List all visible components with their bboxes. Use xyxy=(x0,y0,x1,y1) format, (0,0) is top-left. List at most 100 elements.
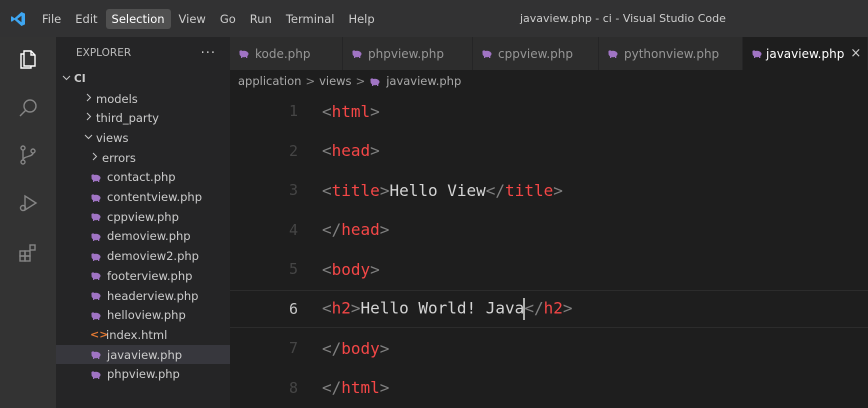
tag-bracket: > xyxy=(379,338,390,358)
menu-view[interactable]: View xyxy=(173,9,212,29)
tag-bracket: > xyxy=(379,220,390,239)
tree-item-label: headerview.php xyxy=(107,288,199,303)
code-line[interactable]: 2 <head> xyxy=(230,132,868,170)
tree-item-contentview-php[interactable]: contentview.php xyxy=(56,188,230,207)
menu-go[interactable]: Go xyxy=(214,9,242,29)
code-text: <h2>Hello World! Java</h2> xyxy=(322,297,572,320)
text-content: Hello World! Java xyxy=(360,298,525,317)
window-title: javaview.php - ci - Visual Studio Code xyxy=(520,12,726,25)
code-line[interactable]: 7 </body> xyxy=(230,329,868,367)
tree-item-label: helloview.php xyxy=(107,308,186,323)
tree-item-label: javaview.php xyxy=(107,347,183,362)
html-tag-name: head xyxy=(341,220,380,239)
php-file-icon xyxy=(607,49,621,59)
explorer-title: EXPLORER xyxy=(76,47,132,59)
menu-help[interactable]: Help xyxy=(342,9,380,29)
tag-bracket: < xyxy=(322,259,332,279)
title-bar: File Edit Selection View Go Run Terminal Help j… xyxy=(0,0,868,37)
code-line[interactable]: 1 <html> xyxy=(230,92,868,130)
code-text: <body> xyxy=(322,260,380,279)
tree-item-models[interactable]: models xyxy=(56,89,230,108)
code-text: </html> xyxy=(322,378,389,397)
menu-selection[interactable]: Selection xyxy=(105,8,171,29)
tree-item-label: models xyxy=(96,91,138,106)
php-file-icon xyxy=(90,271,104,281)
tree-item-third-party[interactable]: third_party xyxy=(56,109,230,128)
search-icon[interactable] xyxy=(12,92,44,124)
tree-item-footerview-php[interactable]: footerview.php xyxy=(56,266,230,285)
close-tab-icon[interactable]: × xyxy=(850,46,861,61)
line-number: 8 xyxy=(288,378,298,397)
tree-item-label: phpview.php xyxy=(107,367,180,382)
tab-label: phpview.php xyxy=(368,46,445,61)
tree-item-views[interactable]: views xyxy=(56,128,230,147)
tree-item-headerview-php[interactable]: headerview.php xyxy=(56,286,230,305)
tree-item-javaview-php[interactable]: javaview.php xyxy=(56,345,230,365)
breadcrumb-item[interactable]: javaview.php xyxy=(386,74,461,88)
tree-item-contact-php[interactable]: contact.php xyxy=(56,168,230,187)
html-tag-name: title xyxy=(505,180,554,200)
menu-terminal[interactable]: Terminal xyxy=(280,9,341,29)
code-line[interactable]: 3 <title>Hello View</title> xyxy=(230,171,868,209)
tab-phpview-php[interactable]: phpview.php xyxy=(343,37,473,70)
php-file-icon xyxy=(90,310,104,320)
tree-item-label: demoview2.php xyxy=(107,249,199,264)
tree-item-index-html[interactable]: <> index.html xyxy=(56,325,230,344)
more-actions-icon[interactable]: ··· xyxy=(201,46,216,61)
extensions-icon[interactable] xyxy=(12,237,44,269)
html-tag-name: body xyxy=(331,259,371,279)
menu-run[interactable]: Run xyxy=(244,9,278,29)
code-line[interactable]: 4 </head> xyxy=(230,211,868,249)
tree-root-ci[interactable]: CI xyxy=(56,69,230,88)
tree-item-demoview-php[interactable]: demoview.php xyxy=(56,227,230,246)
tree-item-label: views xyxy=(96,130,129,145)
code-line[interactable]: 6 <h2>Hello World! Java</h2> xyxy=(230,289,868,328)
php-file-icon xyxy=(238,49,252,59)
html-tag-name: body xyxy=(341,338,380,358)
php-file-icon xyxy=(481,49,495,59)
source-control-icon[interactable] xyxy=(12,139,44,171)
menu-edit[interactable]: Edit xyxy=(69,9,103,29)
tree-item-demoview2-php[interactable]: demoview2.php xyxy=(56,247,230,266)
php-file-icon xyxy=(90,231,104,241)
tab-javaview-php[interactable]: javaview.php × xyxy=(743,37,868,70)
run-debug-icon[interactable] xyxy=(12,187,44,219)
php-file-icon xyxy=(90,291,104,301)
tab-kode-php[interactable]: kode.php xyxy=(230,37,343,70)
tree-item-label: demoview.php xyxy=(107,229,191,244)
tag-bracket: < xyxy=(322,298,332,317)
tree-item-label: footerview.php xyxy=(107,268,193,283)
tree-item-errors[interactable]: errors xyxy=(56,148,230,167)
files-icon[interactable] xyxy=(12,43,44,75)
code-line[interactable]: 8 </html> xyxy=(230,369,868,407)
tag-bracket: > xyxy=(370,141,380,160)
tab-cppview-php[interactable]: cppview.php xyxy=(473,37,599,70)
line-number: 2 xyxy=(288,141,298,160)
explorer-sidebar: EXPLORER ··· CI models third_partyviews er… xyxy=(56,37,230,408)
code-text: <title>Hello View</title> xyxy=(322,181,563,200)
tab-bar: kode.php phpview.php cppview.php pythonview… xyxy=(230,37,868,70)
code-line[interactable]: 5 <body> xyxy=(230,250,868,288)
html-file-icon: <> xyxy=(90,328,109,342)
tag-bracket: > xyxy=(379,180,390,200)
tree-item-phpview-php[interactable]: phpview.php xyxy=(56,365,230,384)
php-file-icon xyxy=(90,369,104,379)
tag-bracket: > xyxy=(350,298,361,317)
menu-file[interactable]: File xyxy=(36,9,67,29)
text-content: Hello View xyxy=(389,180,486,200)
tab-label: pythonview.php xyxy=(624,46,720,61)
breadcrumb-item[interactable]: application xyxy=(238,74,301,88)
tree-item-helloview-php[interactable]: helloview.php xyxy=(56,306,230,325)
code-editor[interactable]: 1 <html> 2 <head> 3 <title>Hello View</title>… xyxy=(230,92,868,408)
tab-label: kode.php xyxy=(255,46,311,61)
tag-bracket: > xyxy=(370,101,380,121)
breadcrumb-item[interactable]: views xyxy=(319,74,351,88)
tag-bracket: </ xyxy=(322,378,342,397)
tree-item-label: contact.php xyxy=(107,170,176,185)
tree-item-cppview-php[interactable]: cppview.php xyxy=(56,207,230,226)
php-file-icon xyxy=(751,49,763,59)
tab-pythonview-php[interactable]: pythonview.php xyxy=(599,37,743,70)
chevron-right-icon xyxy=(84,93,96,105)
chevron-down-icon xyxy=(62,73,74,85)
menu-bar: File Edit Selection View Go Run Terminal Help xyxy=(36,0,383,37)
